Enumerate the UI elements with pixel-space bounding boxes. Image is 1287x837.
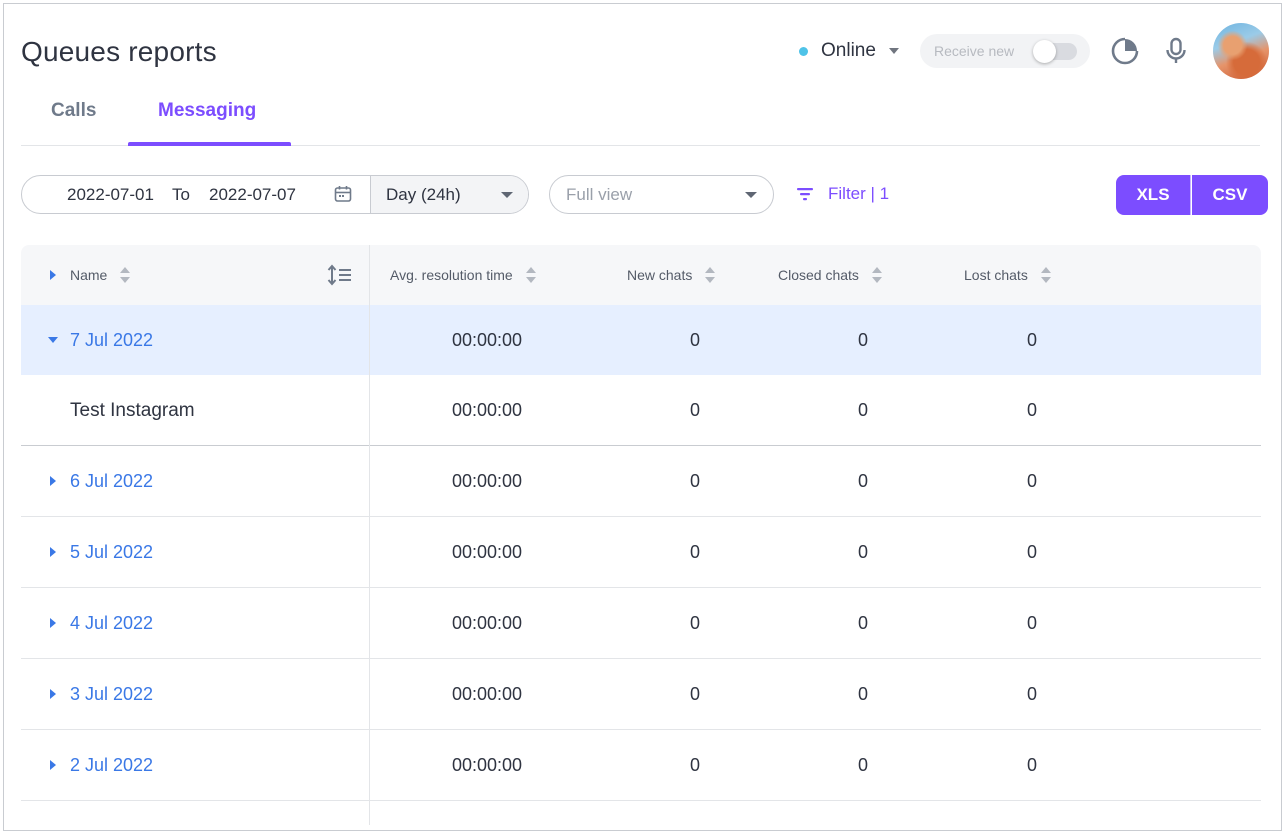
table-row[interactable]: 5 Jul 2022 00:00:00 0 0 0 [21, 517, 1261, 588]
cell-closed-chats: 0 [858, 613, 869, 633]
date-range-picker[interactable]: 2022-07-01 To 2022-07-07 Day (24h) [21, 175, 529, 214]
filter-icon [797, 188, 813, 201]
expand-icon[interactable] [50, 618, 56, 628]
cell-avg-resolution: 00:00:00 [452, 755, 523, 775]
row-date[interactable]: 4 Jul 2022 [70, 613, 153, 634]
receive-new-toggle[interactable]: Receive new [920, 34, 1090, 68]
cell-lost-chats: 0 [1027, 684, 1038, 704]
date-to[interactable]: 2022-07-07 [209, 185, 296, 205]
toggle-switch[interactable] [1033, 40, 1077, 63]
row-height-icon[interactable] [327, 264, 353, 286]
date-to-label: To [172, 185, 190, 204]
pie-chart-icon[interactable] [1110, 36, 1140, 66]
cell-new-chats: 0 [690, 755, 701, 775]
microphone-icon[interactable] [1161, 36, 1191, 66]
cell-avg-resolution: 00:00:00 [452, 471, 523, 491]
table-row[interactable]: 7 Jul 2022 00:00:00 0 0 0 [21, 305, 1261, 375]
cell-new-chats: 0 [690, 330, 701, 350]
status-dot-icon [799, 46, 808, 56]
expand-icon[interactable] [50, 547, 56, 557]
avatar[interactable] [1213, 23, 1269, 79]
row-queue-name: Test Instagram [70, 400, 195, 421]
toggle-knob [1033, 40, 1056, 63]
cell-closed-chats: 0 [858, 330, 869, 350]
sort-icon[interactable] [1040, 266, 1051, 284]
filter-label: Filter | 1 [828, 184, 890, 203]
report-table: Name Avg. resolution time New chats Clos… [21, 245, 1261, 825]
expand-icon[interactable] [50, 760, 56, 770]
column-header-lost-chats[interactable]: Lost chats [964, 266, 1051, 284]
active-tab-indicator [128, 142, 291, 146]
expand-icon[interactable] [50, 689, 56, 699]
row-date[interactable]: 5 Jul 2022 [70, 542, 153, 563]
table-row[interactable]: 4 Jul 2022 00:00:00 0 0 0 [21, 588, 1261, 659]
export-csv-button[interactable]: CSV [1192, 175, 1268, 215]
sort-icon[interactable] [525, 266, 536, 284]
row-date[interactable]: 7 Jul 2022 [70, 330, 153, 351]
cell-closed-chats: 0 [858, 471, 869, 491]
column-divider [369, 245, 370, 825]
page-title: Queues reports [21, 36, 217, 67]
expand-icon[interactable] [50, 476, 56, 486]
expand-all-icon[interactable] [50, 270, 56, 280]
cell-closed-chats: 0 [858, 400, 869, 420]
date-from[interactable]: 2022-07-01 [67, 185, 154, 205]
table-header: Name Avg. resolution time New chats Clos… [21, 245, 1261, 305]
cell-closed-chats: 0 [858, 755, 869, 775]
cell-avg-resolution: 00:00:00 [452, 613, 523, 633]
cell-avg-resolution: 00:00:00 [452, 330, 523, 350]
cell-lost-chats: 0 [1027, 471, 1038, 491]
export-xls-button[interactable]: XLS [1116, 175, 1191, 215]
collapse-icon[interactable] [48, 337, 58, 343]
status-label: Online [821, 40, 876, 61]
filter-button[interactable]: Filter | 1 [796, 184, 889, 204]
view-select-label: Full view [566, 185, 633, 204]
cell-closed-chats: 0 [858, 684, 869, 704]
period-label: Day (24h) [386, 185, 461, 204]
chevron-down-icon [501, 192, 513, 198]
cell-new-chats: 0 [690, 471, 701, 491]
cell-new-chats: 0 [690, 400, 701, 420]
sort-icon[interactable] [871, 266, 882, 284]
sort-icon[interactable] [705, 266, 716, 284]
table-row[interactable]: 6 Jul 2022 00:00:00 0 0 0 [21, 446, 1261, 517]
column-header-closed-chats[interactable]: Closed chats [778, 266, 882, 284]
report-tabs: Calls Messaging [21, 88, 1260, 146]
cell-avg-resolution: 00:00:00 [452, 542, 523, 562]
sort-icon[interactable] [120, 266, 131, 284]
table-row[interactable]: 3 Jul 2022 00:00:00 0 0 0 [21, 659, 1261, 730]
chevron-down-icon [888, 48, 899, 54]
column-header-name[interactable]: Name [70, 266, 131, 284]
cell-lost-chats: 0 [1027, 542, 1038, 562]
row-date[interactable]: 6 Jul 2022 [70, 471, 153, 492]
tab-calls[interactable]: Calls [51, 100, 96, 122]
status-dropdown[interactable]: Online [799, 40, 899, 62]
chevron-down-icon [745, 192, 757, 198]
cell-new-chats: 0 [690, 684, 701, 704]
receive-new-label: Receive new [934, 43, 1015, 59]
row-date[interactable]: 2 Jul 2022 [70, 755, 153, 776]
view-select[interactable]: Full view [549, 175, 774, 214]
tab-messaging[interactable]: Messaging [158, 100, 256, 122]
cell-avg-resolution: 00:00:00 [452, 684, 523, 704]
cell-closed-chats: 0 [858, 542, 869, 562]
table-row[interactable]: 2 Jul 2022 00:00:00 0 0 0 [21, 730, 1261, 801]
cell-new-chats: 0 [690, 613, 701, 633]
cell-lost-chats: 0 [1027, 330, 1038, 350]
column-header-new-chats[interactable]: New chats [627, 266, 716, 284]
cell-lost-chats: 0 [1027, 400, 1038, 420]
row-date[interactable]: 3 Jul 2022 [70, 684, 153, 705]
app-frame: Queues reports Online Receive new Calls … [3, 3, 1282, 831]
cell-new-chats: 0 [690, 542, 701, 562]
cell-avg-resolution: 00:00:00 [452, 400, 523, 420]
calendar-icon[interactable] [333, 184, 353, 204]
table-row[interactable]: Test Instagram 00:00:00 0 0 0 [21, 375, 1261, 446]
cell-lost-chats: 0 [1027, 755, 1038, 775]
cell-lost-chats: 0 [1027, 613, 1038, 633]
column-header-avg-resolution[interactable]: Avg. resolution time [390, 266, 536, 284]
